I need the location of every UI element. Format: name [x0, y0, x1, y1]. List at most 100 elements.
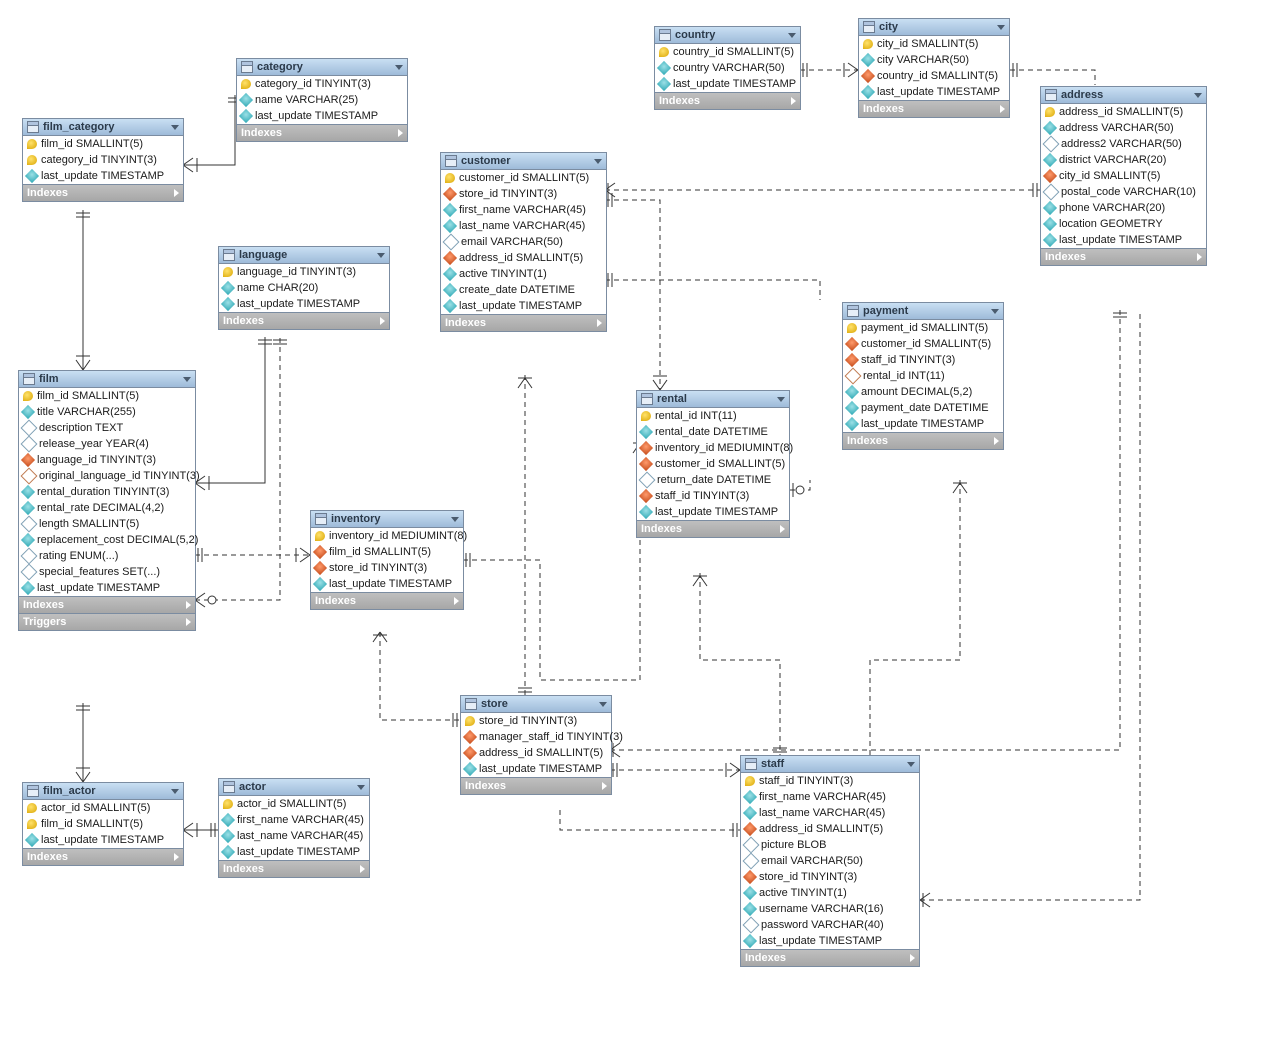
chevron-down-icon[interactable] — [991, 309, 999, 314]
indexes-section[interactable]: Indexes — [19, 596, 195, 613]
table-staff[interactable]: staffstaff_id TINYINT(3)first_name VARCH… — [740, 755, 920, 967]
column-row[interactable]: last_update TIMESTAMP — [237, 108, 407, 124]
table-header-film_category[interactable]: film_category — [23, 119, 183, 136]
column-row[interactable]: title VARCHAR(255) — [19, 404, 195, 420]
column-row[interactable]: last_update TIMESTAMP — [219, 844, 369, 860]
chevron-down-icon[interactable] — [451, 517, 459, 522]
table-inventory[interactable]: inventoryinventory_id MEDIUMINT(8)film_i… — [310, 510, 464, 610]
column-row[interactable]: payment_id SMALLINT(5) — [843, 320, 1003, 336]
column-row[interactable]: last_update TIMESTAMP — [311, 576, 463, 592]
chevron-right-icon[interactable] — [780, 525, 785, 533]
column-row[interactable]: customer_id SMALLINT(5) — [637, 456, 789, 472]
indexes-section[interactable]: Indexes — [655, 92, 800, 109]
column-row[interactable]: film_id SMALLINT(5) — [23, 816, 183, 832]
indexes-section[interactable]: Indexes — [461, 777, 611, 794]
column-row[interactable]: rental_date DATETIME — [637, 424, 789, 440]
table-film_category[interactable]: film_categoryfilm_id SMALLINT(5)category… — [22, 118, 184, 202]
column-row[interactable]: picture BLOB — [741, 837, 919, 853]
chevron-right-icon[interactable] — [791, 97, 796, 105]
indexes-section[interactable]: Indexes — [843, 432, 1003, 449]
column-row[interactable]: last_update TIMESTAMP — [441, 298, 606, 314]
column-row[interactable]: last_update TIMESTAMP — [23, 832, 183, 848]
chevron-down-icon[interactable] — [171, 789, 179, 794]
column-row[interactable]: special_features SET(...) — [19, 564, 195, 580]
column-row[interactable]: country_id SMALLINT(5) — [655, 44, 800, 60]
chevron-right-icon[interactable] — [186, 618, 191, 626]
chevron-down-icon[interactable] — [183, 377, 191, 382]
chevron-right-icon[interactable] — [454, 597, 459, 605]
table-actor[interactable]: actoractor_id SMALLINT(5)first_name VARC… — [218, 778, 370, 878]
column-row[interactable]: address_id SMALLINT(5) — [741, 821, 919, 837]
column-row[interactable]: inventory_id MEDIUMINT(8) — [311, 528, 463, 544]
column-row[interactable]: category_id TINYINT(3) — [237, 76, 407, 92]
column-row[interactable]: return_date DATETIME — [637, 472, 789, 488]
indexes-section[interactable]: Indexes — [441, 314, 606, 331]
column-row[interactable]: email VARCHAR(50) — [741, 853, 919, 869]
column-row[interactable]: active TINYINT(1) — [441, 266, 606, 282]
column-row[interactable]: replacement_cost DECIMAL(5,2) — [19, 532, 195, 548]
column-row[interactable]: first_name VARCHAR(45) — [219, 812, 369, 828]
column-row[interactable]: inventory_id MEDIUMINT(8) — [637, 440, 789, 456]
table-header-rental[interactable]: rental — [637, 391, 789, 408]
table-address[interactable]: addressaddress_id SMALLINT(5)address VAR… — [1040, 86, 1207, 266]
indexes-section[interactable]: Indexes — [637, 520, 789, 537]
column-row[interactable]: last_update TIMESTAMP — [461, 761, 611, 777]
chevron-down-icon[interactable] — [788, 33, 796, 38]
column-row[interactable]: staff_id TINYINT(3) — [741, 773, 919, 789]
table-header-store[interactable]: store — [461, 696, 611, 713]
indexes-section[interactable]: Indexes — [311, 592, 463, 609]
chevron-down-icon[interactable] — [171, 125, 179, 130]
chevron-right-icon[interactable] — [910, 954, 915, 962]
chevron-right-icon[interactable] — [380, 317, 385, 325]
column-row[interactable]: actor_id SMALLINT(5) — [23, 800, 183, 816]
chevron-right-icon[interactable] — [186, 601, 191, 609]
chevron-right-icon[interactable] — [602, 782, 607, 790]
column-row[interactable]: film_id SMALLINT(5) — [23, 136, 183, 152]
column-row[interactable]: last_name VARCHAR(45) — [741, 805, 919, 821]
column-row[interactable]: address_id SMALLINT(5) — [1041, 104, 1206, 120]
column-row[interactable]: rental_id INT(11) — [637, 408, 789, 424]
table-payment[interactable]: paymentpayment_id SMALLINT(5)customer_id… — [842, 302, 1004, 450]
table-customer[interactable]: customercustomer_id SMALLINT(5)store_id … — [440, 152, 607, 332]
column-row[interactable]: location GEOMETRY — [1041, 216, 1206, 232]
table-store[interactable]: storestore_id TINYINT(3)manager_staff_id… — [460, 695, 612, 795]
column-row[interactable]: film_id SMALLINT(5) — [19, 388, 195, 404]
column-row[interactable]: language_id TINYINT(3) — [219, 264, 389, 280]
column-row[interactable]: film_id SMALLINT(5) — [311, 544, 463, 560]
column-row[interactable]: manager_staff_id TINYINT(3) — [461, 729, 611, 745]
column-row[interactable]: first_name VARCHAR(45) — [741, 789, 919, 805]
chevron-down-icon[interactable] — [377, 253, 385, 258]
column-row[interactable]: last_name VARCHAR(45) — [441, 218, 606, 234]
chevron-right-icon[interactable] — [398, 129, 403, 137]
chevron-down-icon[interactable] — [777, 397, 785, 402]
table-header-address[interactable]: address — [1041, 87, 1206, 104]
indexes-section[interactable]: Indexes — [23, 184, 183, 201]
table-film[interactable]: filmfilm_id SMALLINT(5)title VARCHAR(255… — [18, 370, 196, 631]
table-header-actor[interactable]: actor — [219, 779, 369, 796]
column-row[interactable]: email VARCHAR(50) — [441, 234, 606, 250]
column-row[interactable]: last_update TIMESTAMP — [637, 504, 789, 520]
table-header-customer[interactable]: customer — [441, 153, 606, 170]
column-row[interactable]: last_update TIMESTAMP — [23, 168, 183, 184]
column-row[interactable]: password VARCHAR(40) — [741, 917, 919, 933]
column-row[interactable]: store_id TINYINT(3) — [311, 560, 463, 576]
indexes-section[interactable]: Indexes — [859, 100, 1009, 117]
column-row[interactable]: country VARCHAR(50) — [655, 60, 800, 76]
chevron-down-icon[interactable] — [357, 785, 365, 790]
column-row[interactable]: active TINYINT(1) — [741, 885, 919, 901]
table-header-city[interactable]: city — [859, 19, 1009, 36]
table-header-category[interactable]: category — [237, 59, 407, 76]
chevron-right-icon[interactable] — [360, 865, 365, 873]
column-row[interactable]: rental_id INT(11) — [843, 368, 1003, 384]
column-row[interactable]: last_update TIMESTAMP — [655, 76, 800, 92]
indexes-section[interactable]: Indexes — [237, 124, 407, 141]
chevron-down-icon[interactable] — [395, 65, 403, 70]
column-row[interactable]: address VARCHAR(50) — [1041, 120, 1206, 136]
table-category[interactable]: categorycategory_id TINYINT(3)name VARCH… — [236, 58, 408, 142]
column-row[interactable]: last_update TIMESTAMP — [859, 84, 1009, 100]
chevron-right-icon[interactable] — [1000, 105, 1005, 113]
column-row[interactable]: customer_id SMALLINT(5) — [441, 170, 606, 186]
column-row[interactable]: last_name VARCHAR(45) — [219, 828, 369, 844]
chevron-down-icon[interactable] — [997, 25, 1005, 30]
table-film_actor[interactable]: film_actoractor_id SMALLINT(5)film_id SM… — [22, 782, 184, 866]
